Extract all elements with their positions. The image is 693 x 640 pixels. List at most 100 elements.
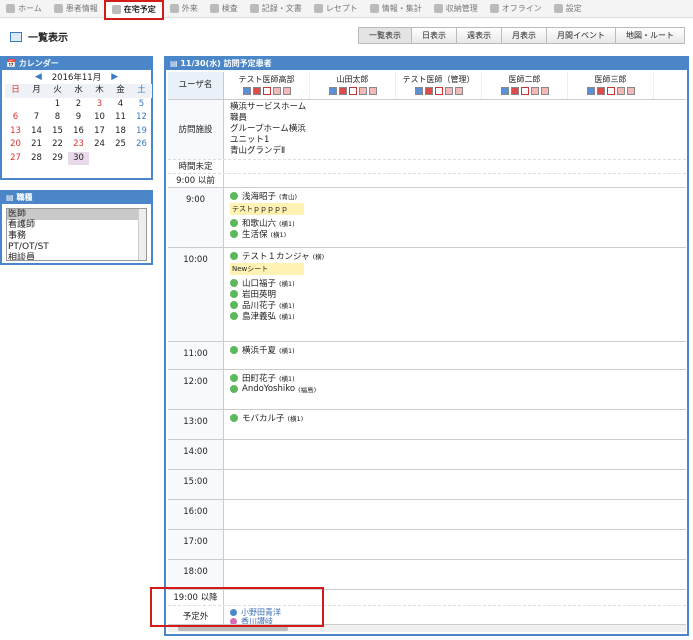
patient-entry[interactable]: 浅海昭子 (青山) <box>230 190 686 202</box>
calendar-day[interactable]: 22 <box>47 138 68 152</box>
facility-item[interactable]: 横浜サービスホーム <box>230 102 310 113</box>
facility-item[interactable]: 職員 <box>230 113 310 124</box>
patient-name[interactable]: AndoYoshiko <box>242 384 295 394</box>
calendar-icon[interactable] <box>606 87 615 95</box>
category-item[interactable]: 医師 <box>7 209 146 220</box>
calendar-icon[interactable] <box>434 87 443 95</box>
patient-name[interactable]: 横浜千夏 <box>242 344 276 356</box>
calendar-day[interactable]: 9 <box>68 111 89 125</box>
calendar-day[interactable]: 7 <box>26 111 47 125</box>
next-month-icon[interactable]: ▶ <box>111 72 118 82</box>
user-icon[interactable] <box>242 87 251 95</box>
patient-entry[interactable]: テスト１カンジャ (横) <box>230 250 686 262</box>
note-icon[interactable] <box>616 87 625 95</box>
doc-icon[interactable] <box>368 87 377 95</box>
calendar-day[interactable]: 29 <box>47 152 68 166</box>
note-icon[interactable] <box>272 87 281 95</box>
calendar-day[interactable]: 3 <box>89 98 110 112</box>
patient-name[interactable]: モバカル子 <box>242 412 285 424</box>
calendar-day[interactable]: 10 <box>89 111 110 125</box>
tab-4[interactable]: 月間イベント <box>546 27 616 44</box>
calendar-day[interactable]: 14 <box>26 125 47 139</box>
note-icon[interactable] <box>444 87 453 95</box>
calendar-day[interactable]: 23 <box>68 138 89 152</box>
calendar-day[interactable]: 27 <box>5 152 26 166</box>
patient-entry[interactable]: 岩田英明 <box>230 288 686 300</box>
patient-entry[interactable]: 島津義弘 (横1) <box>230 310 686 322</box>
nav-item-2[interactable]: 在宅予定 <box>103 0 164 20</box>
nav-item-9[interactable]: オフライン <box>484 0 548 18</box>
patient-name[interactable]: テスト１カンジャ <box>242 250 310 262</box>
nav-item-3[interactable]: 外来 <box>164 0 204 18</box>
calendar-day[interactable]: 18 <box>110 125 131 139</box>
category-item[interactable]: 事務 <box>7 231 146 242</box>
calendar-day[interactable]: 2 <box>68 98 89 112</box>
calendar-day[interactable]: 4 <box>110 98 131 112</box>
patient-entry[interactable]: 田町花子 (横1) <box>230 372 686 384</box>
calendar-day[interactable]: 21 <box>26 138 47 152</box>
facility-item[interactable]: グループホーム横浜ユニット1 <box>230 124 310 146</box>
calendar-day[interactable]: 12 <box>131 111 152 125</box>
calendar-day[interactable]: 20 <box>5 138 26 152</box>
pdf-icon[interactable] <box>510 87 519 95</box>
patient-entry[interactable]: モバカル子 (横1) <box>230 412 686 424</box>
calendar-day[interactable]: 26 <box>131 138 152 152</box>
patient-entry[interactable]: 横浜千夏 (横1) <box>230 344 686 356</box>
category-scrollbar[interactable] <box>138 209 146 260</box>
nav-item-6[interactable]: レセプト <box>308 0 364 18</box>
calendar-day[interactable]: 19 <box>131 125 152 139</box>
nav-item-8[interactable]: 収納管理 <box>428 0 484 18</box>
nav-item-7[interactable]: 情報・集計 <box>364 0 428 18</box>
calendar-day[interactable]: 28 <box>26 152 47 166</box>
note-icon[interactable] <box>530 87 539 95</box>
doc-icon[interactable] <box>626 87 635 95</box>
tab-0[interactable]: 一覧表示 <box>358 27 412 44</box>
schedule-note[interactable]: Newシート <box>230 263 304 275</box>
patient-entry[interactable]: 山口福子 (横1) <box>230 277 686 289</box>
calendar-icon[interactable] <box>262 87 271 95</box>
pdf-icon[interactable] <box>596 87 605 95</box>
calendar-day[interactable]: 15 <box>47 125 68 139</box>
user-icon[interactable] <box>414 87 423 95</box>
patient-name[interactable]: 生活保 <box>242 228 268 240</box>
calendar-day[interactable]: 24 <box>89 138 110 152</box>
category-item[interactable]: 看護師 <box>7 220 146 231</box>
user-icon[interactable] <box>328 87 337 95</box>
pdf-icon[interactable] <box>252 87 261 95</box>
patient-name[interactable]: 田町花子 <box>242 372 276 384</box>
calendar-day[interactable]: 11 <box>110 111 131 125</box>
tab-5[interactable]: 地図・ルート <box>615 27 685 44</box>
calendar-day[interactable]: 6 <box>5 111 26 125</box>
calendar-day[interactable]: 25 <box>110 138 131 152</box>
pdf-icon[interactable] <box>338 87 347 95</box>
tab-3[interactable]: 月表示 <box>501 27 547 44</box>
nav-item-10[interactable]: 設定 <box>548 0 588 18</box>
calendar-day[interactable]: 30 <box>68 151 89 165</box>
category-item[interactable]: 相談員 <box>7 253 146 260</box>
doc-icon[interactable] <box>454 87 463 95</box>
patient-entry[interactable]: 品川花子 (横1) <box>230 299 686 311</box>
user-icon[interactable] <box>500 87 509 95</box>
tab-1[interactable]: 日表示 <box>411 27 457 44</box>
calendar-day[interactable]: 17 <box>89 125 110 139</box>
calendar-icon[interactable] <box>348 87 357 95</box>
nav-item-0[interactable]: ホーム <box>0 0 48 18</box>
nav-item-5[interactable]: 記録・文書 <box>244 0 308 18</box>
schedule-note[interactable]: テストｐｐｐｐｐ <box>230 203 304 215</box>
doc-icon[interactable] <box>282 87 291 95</box>
calendar-day[interactable]: 16 <box>68 125 89 139</box>
user-icon[interactable] <box>586 87 595 95</box>
category-list[interactable]: 医師 看護師 事務 PT/OT/ST 相談員 <box>6 208 147 261</box>
doc-icon[interactable] <box>540 87 549 95</box>
calendar-day[interactable]: 5 <box>131 98 152 112</box>
facility-item[interactable]: 青山グランデⅡ <box>230 146 310 157</box>
tab-2[interactable]: 週表示 <box>456 27 502 44</box>
calendar-icon[interactable] <box>520 87 529 95</box>
patient-entry[interactable]: 生活保 (横1) <box>230 228 686 240</box>
calendar-day[interactable]: 13 <box>5 125 26 139</box>
patient-entry[interactable]: AndoYoshiko (福島) <box>230 383 686 394</box>
calendar-day[interactable]: 8 <box>47 111 68 125</box>
note-icon[interactable] <box>358 87 367 95</box>
patient-entry[interactable]: 和歌山六 (横1) <box>230 217 686 229</box>
category-item[interactable]: PT/OT/ST <box>7 242 146 253</box>
